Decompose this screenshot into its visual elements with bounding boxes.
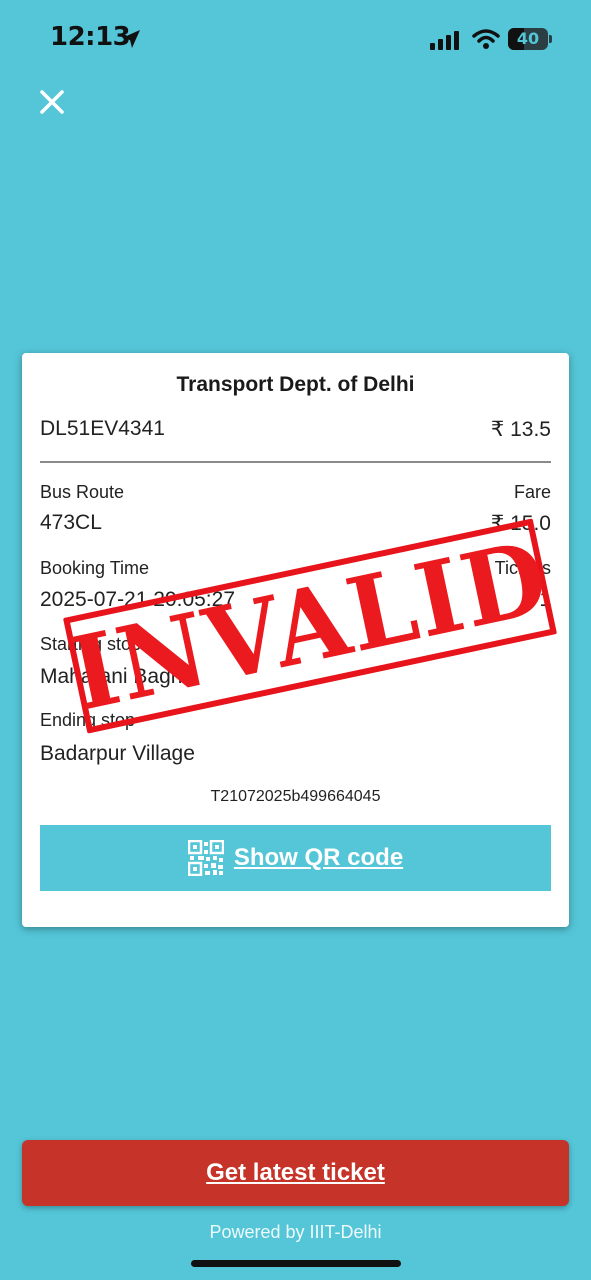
tickets-label: Tickets — [494, 558, 551, 578]
starting-stop-label: Starting stop — [40, 634, 142, 654]
battery-icon: 40 — [508, 28, 552, 50]
fare-label: Fare — [513, 482, 551, 502]
battery-body: 40 — [508, 28, 548, 50]
status-bar: 12:13 40 — [0, 0, 591, 80]
close-icon[interactable] — [36, 86, 68, 118]
show-qr-code-label: Show QR code — [233, 844, 404, 871]
battery-tip — [549, 35, 552, 43]
location-arrow-icon — [122, 30, 140, 48]
starting-stop-label-row: Starting stop — [40, 634, 551, 655]
wifi-icon — [472, 29, 500, 49]
qr-code-icon — [187, 840, 224, 876]
booking-tickets-labels: Booking Time Tickets — [40, 558, 551, 579]
ending-stop-value-row: Badarpur Village — [40, 742, 551, 766]
fare-value: ₹ 15.0 — [490, 512, 551, 535]
battery-level: 40 — [516, 29, 540, 48]
ending-stop-label-row: Ending stop — [40, 710, 551, 731]
bus-route-value: 473CL — [40, 511, 102, 534]
ending-stop-label: Ending stop — [40, 710, 136, 730]
ticket-id: T21072025b499664045 — [210, 788, 381, 805]
starting-stop-value-row: Maharani Bagh — [40, 665, 551, 689]
bus-route-label: Bus Route — [40, 482, 125, 502]
amount-paid: ₹ 13.5 — [490, 418, 551, 441]
divider — [40, 461, 551, 463]
powered-by-text: Powered by IIIT-Delhi — [209, 1222, 382, 1242]
booking-time-value: 2025-07-21 20:05:27 — [40, 588, 235, 611]
get-latest-ticket-button[interactable]: Get latest ticket — [22, 1140, 569, 1206]
show-qr-code-button[interactable]: Show QR code — [40, 825, 551, 891]
cellular-signal-icon — [430, 31, 459, 50]
tickets-value: 1 — [539, 588, 551, 611]
status-time: 12:13 — [50, 22, 131, 52]
home-indicator — [191, 1260, 401, 1267]
ending-stop-value: Badarpur Village — [40, 742, 195, 765]
vehicle-number: DL51EV4341 — [40, 417, 165, 440]
booking-time-label: Booking Time — [40, 558, 150, 578]
starting-stop-value: Maharani Bagh — [40, 665, 183, 688]
ticket-organization: Transport Dept. of Delhi — [176, 373, 415, 396]
ticket-card: Transport Dept. of Delhi DL51EV4341 ₹ 13… — [22, 353, 569, 927]
route-fare-values: 473CL ₹ 15.0 — [40, 511, 551, 536]
get-latest-ticket-label: Get latest ticket — [206, 1159, 385, 1186]
route-fare-labels: Bus Route Fare — [40, 482, 551, 503]
booking-tickets-values: 2025-07-21 20:05:27 1 — [40, 588, 551, 612]
ticket-summary-row: DL51EV4341 ₹ 13.5 — [40, 417, 551, 442]
